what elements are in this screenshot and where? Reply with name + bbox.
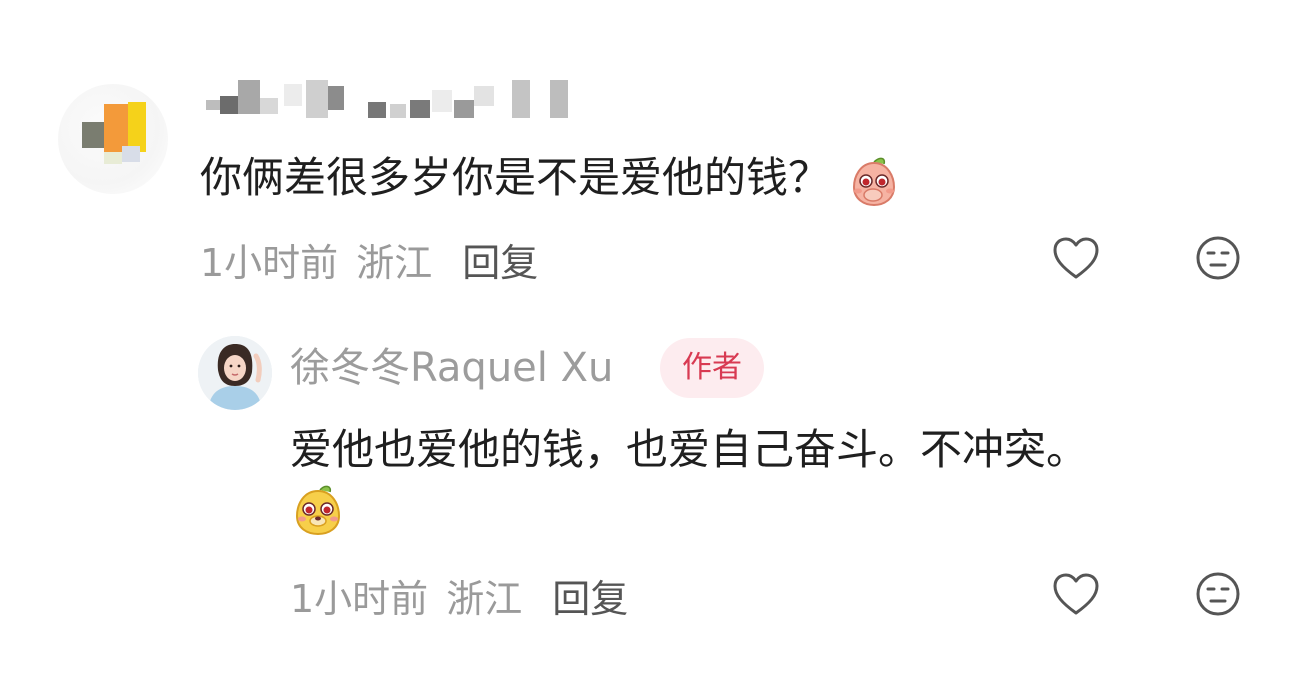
heart-outline-icon[interactable] xyxy=(1050,232,1102,284)
comment-meta: 1小时前 浙江 回复 xyxy=(200,232,538,287)
author-username[interactable]: 徐冬冬Raquel Xu xyxy=(290,340,613,396)
blurred-avatar[interactable] xyxy=(58,84,168,194)
shy-peach-emoji-icon xyxy=(846,153,902,209)
reply-button[interactable]: 回复 xyxy=(462,232,538,287)
meh-face-icon[interactable] xyxy=(1192,568,1244,620)
author-avatar[interactable] xyxy=(198,336,272,410)
reply-meta: 1小时前 浙江 回复 xyxy=(290,568,628,623)
meh-face-icon[interactable] xyxy=(1192,232,1244,284)
comment-time: 1小时前 xyxy=(200,241,339,285)
blurred-username[interactable] xyxy=(200,80,590,126)
reply-text: 爱他也爱他的钱，也爱自己奋斗。不冲突。 xyxy=(290,425,1089,474)
reply-location: 浙江 xyxy=(446,577,523,621)
comment-location: 浙江 xyxy=(356,241,433,285)
heart-outline-icon[interactable] xyxy=(1050,568,1102,620)
comment-body: 你俩差很多岁你是不是爱他的钱？ xyxy=(200,150,902,209)
author-badge: 作者 xyxy=(660,338,764,398)
reply-reply-button[interactable]: 回复 xyxy=(552,568,628,623)
reply-time: 1小时前 xyxy=(290,577,429,621)
smiling-mango-emoji-icon xyxy=(290,482,346,538)
comment-text: 你俩差很多岁你是不是爱他的钱？ xyxy=(200,153,831,202)
